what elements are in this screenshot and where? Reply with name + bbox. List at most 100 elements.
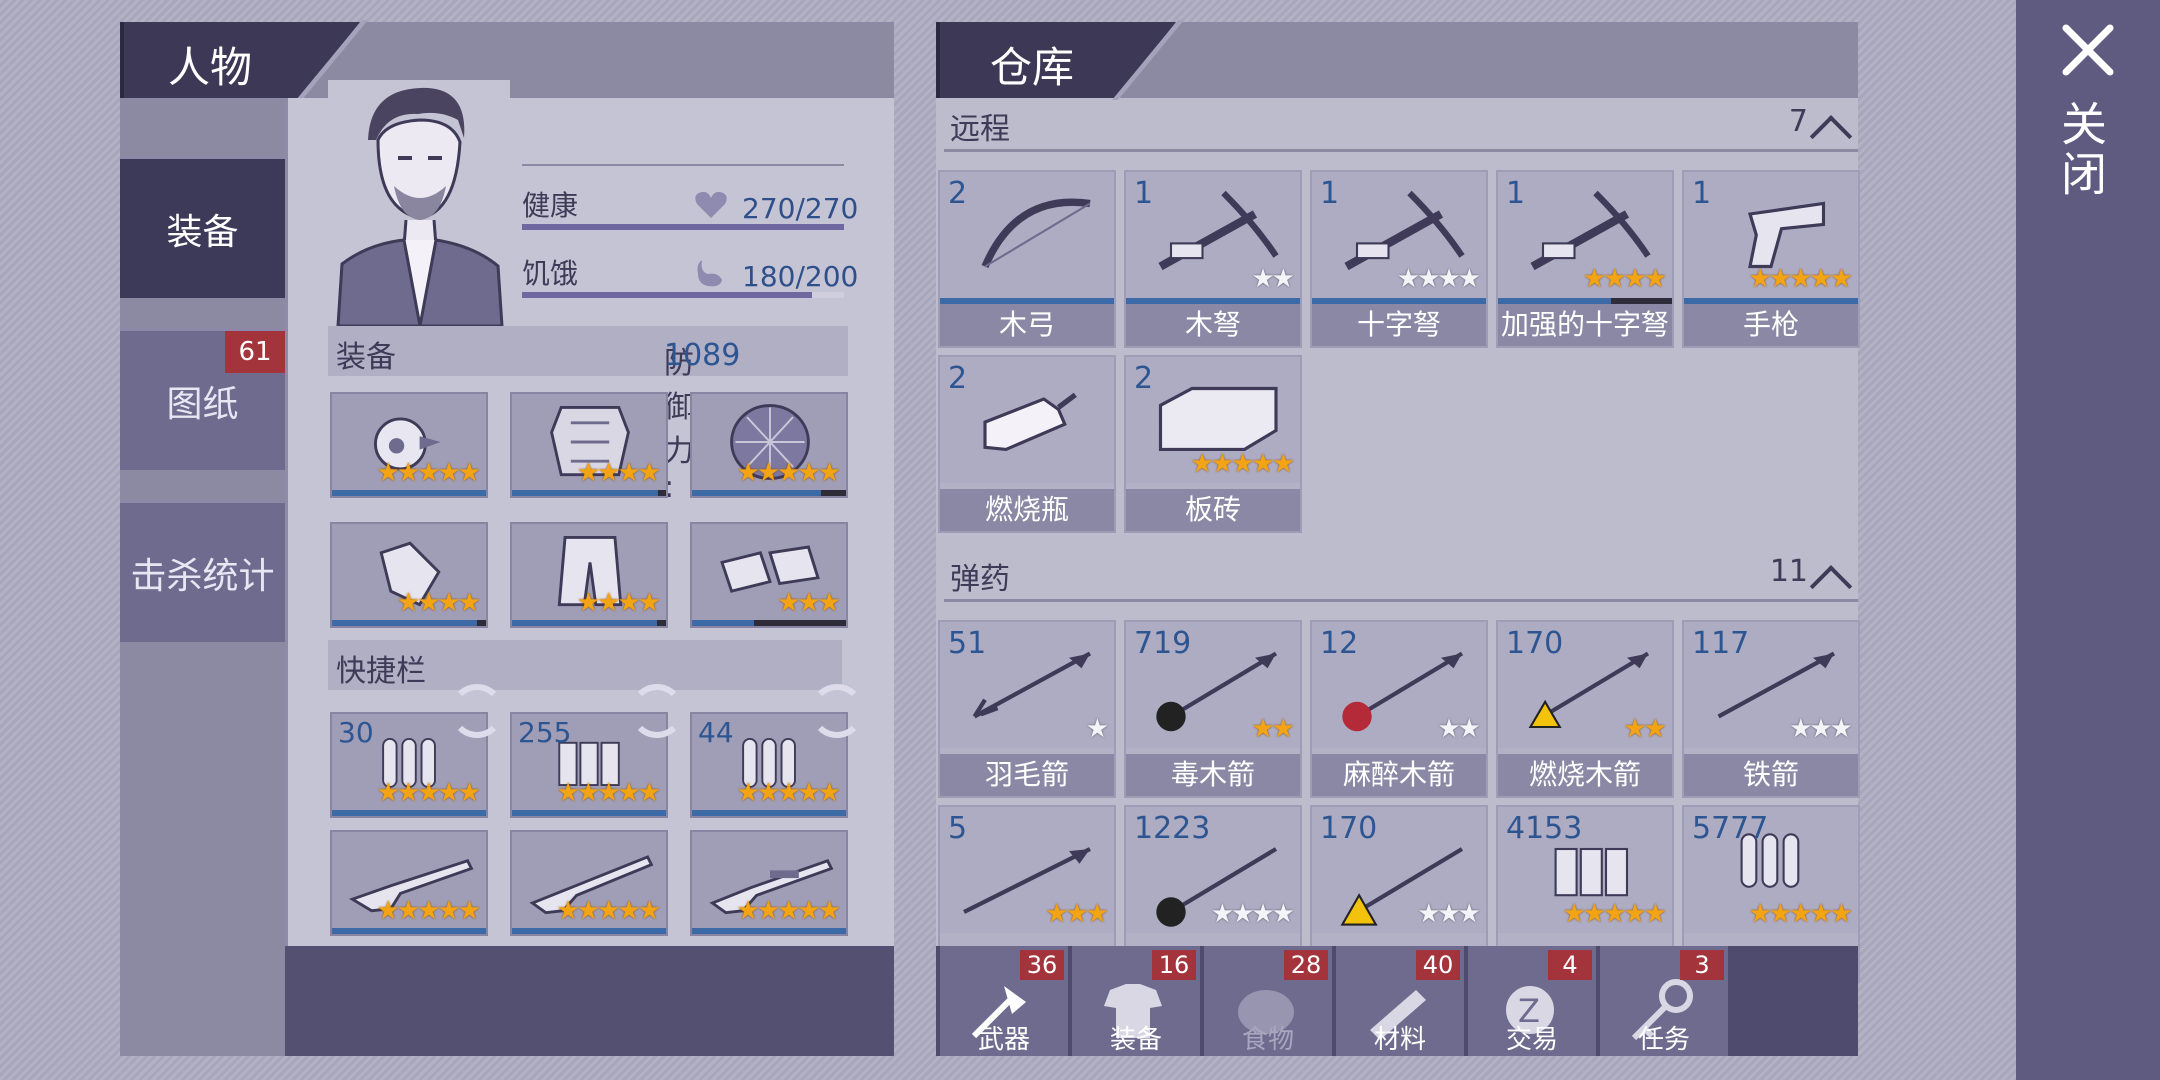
rarity-stars: ★★★★★ [736, 458, 841, 488]
equipment-slot[interactable]: ★★★★ [510, 392, 668, 498]
durability-bar-fill [692, 928, 846, 934]
category-ranged[interactable]: 远程 7 [944, 98, 1858, 158]
gold-stars: ★★★★★ [556, 896, 661, 926]
rarity-stars: ★★★★★ [736, 778, 841, 808]
rarity-stars: ★★★★★ [376, 778, 481, 808]
health-label: 健康 [522, 189, 579, 222]
warehouse-title: 仓库 [990, 43, 1075, 92]
rarity-stars: ★★★★★ [556, 778, 661, 808]
inventory-item[interactable]: 1 ★★★★ 十字弩 [1310, 170, 1488, 348]
category-ranged-count: 7 [1788, 104, 1808, 139]
swap-icon[interactable] [630, 684, 684, 738]
tab-label: 材料 [1373, 1025, 1426, 1055]
inventory-item[interactable]: 2 燃烧瓶 [938, 355, 1116, 533]
inventory-item[interactable]: 719 ★★ 毒木箭 [1124, 620, 1302, 798]
inventory-item[interactable]: 1 ★★★★ 加强的十字弩 [1496, 170, 1674, 348]
equipment-slot[interactable]: ★★★★ [330, 522, 488, 628]
durability-bar-fill [332, 620, 477, 626]
empty-stars: ★ [1085, 714, 1109, 744]
collapse-chevron-icon[interactable] [1809, 565, 1853, 608]
nav-blueprints-label: 图纸 [166, 383, 239, 425]
item-name: 燃烧木箭 [1498, 754, 1672, 796]
item-name: 手枪 [1684, 304, 1858, 346]
item-count: 170 [1320, 811, 1378, 846]
nav-equipment[interactable]: 装备 [120, 156, 285, 298]
empty-stars: ★★★ [1789, 714, 1853, 744]
blueprints-badge: 61 [225, 331, 285, 373]
rarity-stars: ★★★★★ [1748, 264, 1853, 294]
gold-stars: ★★★★★ [376, 458, 481, 488]
nav-blueprints[interactable]: 图纸 61 [120, 328, 285, 470]
category-ammo[interactable]: 弹药 11 [944, 548, 1858, 608]
close-label[interactable]: 关闭 [2054, 100, 2114, 200]
hunger-bar-fill [522, 292, 812, 298]
tab-shirt[interactable]: 装备 16 [1072, 946, 1202, 1056]
character-portrait [328, 80, 510, 326]
rarity-stars: ★★★★ [1396, 264, 1481, 294]
durability-bar [692, 810, 846, 816]
inventory-item[interactable]: 12 ★★ 麻醉木箭 [1310, 620, 1488, 798]
swap-icon[interactable] [810, 684, 864, 738]
tab-label: 食物 [1241, 1025, 1294, 1055]
hunger-label: 饥饿 [522, 257, 579, 290]
rarity-stars: ★★★★ [397, 588, 481, 618]
equipment-slot[interactable]: ★★★ [690, 522, 848, 628]
durability-bar-fill [512, 490, 659, 496]
item-count: 1 [1692, 176, 1712, 211]
inventory-item[interactable]: 1 ★★★★★ 手枪 [1682, 170, 1860, 348]
gold-stars: ★★★★★ [1562, 899, 1667, 929]
gold-stars: ★★★★ [1582, 264, 1667, 294]
close-icon[interactable] [2058, 20, 2118, 80]
durability-bar-fill [692, 810, 846, 816]
rarity-stars: ★★★★★ [556, 896, 661, 926]
tab-axe[interactable]: 武器 36 [940, 946, 1070, 1056]
collapse-chevron-icon[interactable] [1809, 115, 1853, 158]
tab-meat[interactable]: 食物 28 [1204, 946, 1334, 1056]
hunger-bar [522, 292, 844, 298]
rarity-stars: ★ [1085, 714, 1109, 744]
rarity-stars: ★★ [1251, 714, 1295, 744]
swap-icon[interactable] [450, 684, 504, 738]
item-count: 5 [948, 811, 968, 846]
nav-kill-stats[interactable]: 击杀统计 [120, 500, 285, 642]
equipment-slot[interactable]: ★★★★ [510, 522, 668, 628]
inventory-item[interactable]: 1 ★★ 木弩 [1124, 170, 1302, 348]
gold-stars: ★★★★ [576, 588, 661, 618]
category-ranged-label: 远程 [950, 112, 1010, 147]
category-ammo-label: 弹药 [950, 562, 1010, 597]
rarity-stars: ★★★★★ [1190, 449, 1295, 479]
item-count: 1 [1134, 176, 1154, 211]
rarity-stars: ★★★★ [577, 458, 661, 488]
inventory-item[interactable]: 117 ★★★ 铁箭 [1682, 620, 1860, 798]
quickbar-title: 快捷栏 [336, 654, 426, 689]
inventory-item[interactable]: 170 ★★ 燃烧木箭 [1496, 620, 1674, 798]
durability-bar-fill [512, 810, 666, 816]
quickbar-section-header: 快捷栏 [328, 640, 842, 690]
gold-stars: ★★★ [1045, 899, 1109, 929]
character-title: 人物 [168, 43, 253, 92]
quickbar-slot[interactable]: ★★★★★ [690, 830, 848, 936]
rarity-stars: ★★★★★ [376, 458, 481, 488]
inventory-item[interactable]: 2 木弓 [938, 170, 1116, 348]
rarity-stars: ★★ [1623, 714, 1667, 744]
gold-stars: ★★★★★ [556, 778, 661, 808]
gold-stars: ★★ [1623, 714, 1667, 744]
equipment-slot[interactable]: ★★★★★ [690, 392, 848, 498]
inventory-item[interactable]: 51 ★ 羽毛箭 [938, 620, 1116, 798]
durability-bar-fill [692, 490, 822, 496]
quickbar-slot[interactable]: ★★★★★ [510, 830, 668, 936]
tab-coin[interactable]: Z 交易 4 [1468, 946, 1598, 1056]
item-name: 木弓 [940, 304, 1114, 346]
empty-stars: ★★★★ [1396, 264, 1481, 294]
tab-logs[interactable]: 材料 40 [1336, 946, 1466, 1056]
quickbar-slot[interactable]: ★★★★★ [330, 830, 488, 936]
item-name: 麻醉木箭 [1312, 754, 1486, 796]
item-count: 2 [948, 176, 968, 211]
durability-bar [512, 928, 666, 934]
empty-stars: ★★ [1251, 264, 1295, 294]
gold-stars: ★★ [1251, 714, 1295, 744]
inventory-item[interactable]: 2 ★★★★★ 板砖 [1124, 355, 1302, 533]
tab-badge: 40 [1416, 950, 1460, 980]
tab-key[interactable]: 任务 3 [1600, 946, 1730, 1056]
equipment-slot[interactable]: ★★★★★ [330, 392, 488, 498]
